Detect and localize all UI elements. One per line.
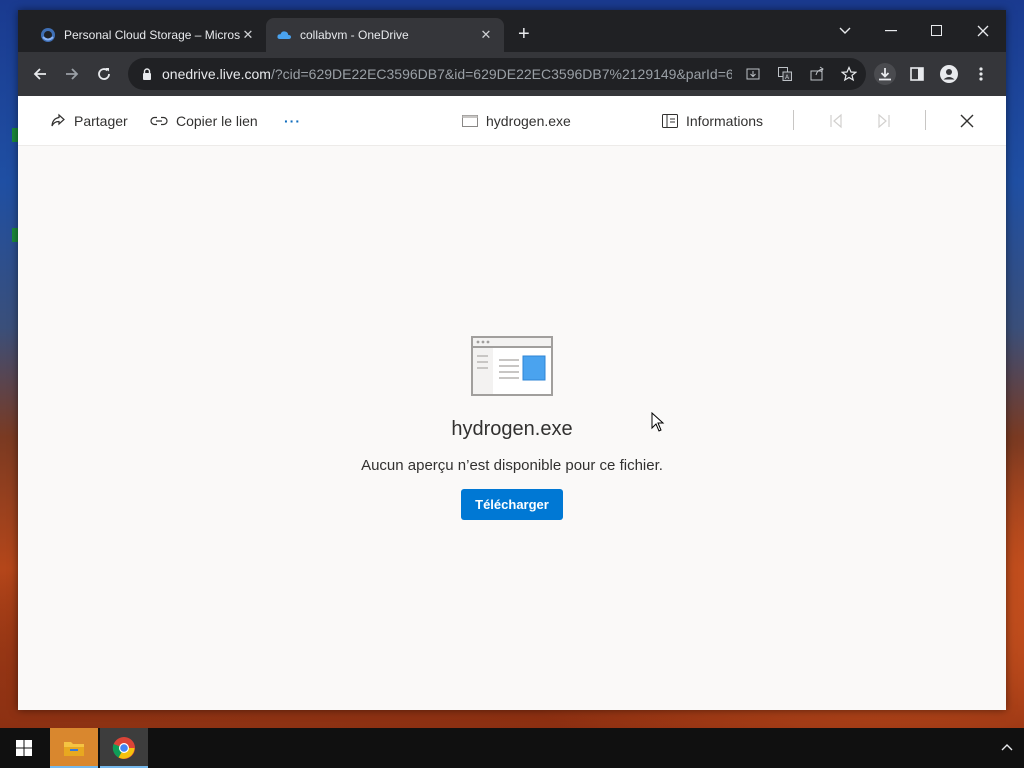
tab-title: Personal Cloud Storage – Microsoft xyxy=(64,28,240,42)
previous-icon xyxy=(830,113,842,129)
profile-avatar-icon[interactable] xyxy=(938,63,960,85)
no-preview-message: Aucun aperçu n’est disponible pour ce fi… xyxy=(361,457,663,474)
arrow-right-icon xyxy=(66,68,79,80)
lock-icon xyxy=(143,68,151,80)
share-icon xyxy=(51,113,65,127)
close-tab-icon[interactable]: ✕ xyxy=(240,27,256,43)
reload-icon xyxy=(98,68,110,80)
download-button[interactable]: Télécharger xyxy=(461,489,563,520)
next-icon xyxy=(878,113,890,129)
onedrive-file-viewer: Partager Copier le lien ··· hydrogen.exe… xyxy=(18,96,1006,710)
url-path: /?cid=629DE22EC3596DB7&id=629DE22EC3596D… xyxy=(270,66,732,82)
url-text: onedrive.live.com/?cid=629DE22EC3596DB7&… xyxy=(162,66,732,82)
information-button[interactable]: Informations xyxy=(662,110,763,132)
tab-strip: Personal Cloud Storage – Microsoft ✕ col… xyxy=(18,10,1006,52)
install-app-icon[interactable] xyxy=(742,63,764,85)
divider xyxy=(793,110,794,130)
taskbar-file-explorer[interactable] xyxy=(50,728,98,768)
file-title: hydrogen.exe xyxy=(462,110,571,132)
tab-personal-cloud-storage[interactable]: Personal Cloud Storage – Microsoft ✕ xyxy=(30,18,266,52)
back-button[interactable] xyxy=(28,62,52,86)
close-window-button[interactable] xyxy=(960,16,1006,46)
no-preview-panel: hydrogen.exe Aucun aperçu n’est disponib… xyxy=(18,336,1006,520)
tab-search-icon[interactable] xyxy=(822,16,868,46)
windows-logo-icon xyxy=(16,740,32,756)
translate-icon[interactable]: A xyxy=(774,63,796,85)
close-tab-icon[interactable]: ✕ xyxy=(478,27,494,43)
divider xyxy=(925,110,926,130)
forward-button[interactable] xyxy=(60,62,84,86)
close-icon xyxy=(960,114,974,128)
browser-toolbar: onedrive.live.com/?cid=629DE22EC3596DB7&… xyxy=(18,52,1006,96)
file-title-text: hydrogen.exe xyxy=(486,113,571,129)
share-label: Partager xyxy=(74,113,128,129)
tray-chevron-up-icon[interactable] xyxy=(1000,740,1014,754)
taskbar-chrome[interactable] xyxy=(100,728,148,768)
previous-file-button[interactable] xyxy=(828,110,852,132)
side-panel-icon[interactable] xyxy=(906,63,928,85)
start-button[interactable] xyxy=(0,728,48,768)
browser-window: Personal Cloud Storage – Microsoft ✕ col… xyxy=(18,10,1006,710)
copy-link-label: Copier le lien xyxy=(176,113,258,129)
link-icon xyxy=(150,116,168,126)
info-pane-icon xyxy=(662,114,678,128)
downloads-icon[interactable] xyxy=(874,63,896,85)
command-bar: Partager Copier le lien ··· hydrogen.exe… xyxy=(18,96,1006,146)
new-tab-button[interactable]: + xyxy=(518,24,530,44)
maximize-button[interactable] xyxy=(914,16,960,46)
kebab-menu-icon[interactable] xyxy=(970,63,992,85)
exe-file-icon xyxy=(462,115,478,127)
share-button[interactable]: Partager xyxy=(50,110,128,132)
bookmark-star-icon[interactable] xyxy=(838,63,860,85)
reload-button[interactable] xyxy=(92,62,116,86)
close-viewer-button[interactable] xyxy=(960,110,982,132)
next-file-button[interactable] xyxy=(876,110,900,132)
url-host: onedrive.live.com xyxy=(162,66,271,82)
taskbar xyxy=(0,728,1024,768)
mouse-cursor-icon xyxy=(651,412,665,432)
application-file-illustration-icon xyxy=(471,336,553,396)
folder-icon xyxy=(64,742,84,756)
address-bar[interactable]: onedrive.live.com/?cid=629DE22EC3596DB7&… xyxy=(128,58,866,90)
copy-link-button[interactable]: Copier le lien xyxy=(150,110,258,132)
onedrive-cloud-icon xyxy=(277,31,291,39)
minimize-button[interactable] xyxy=(868,16,914,46)
chrome-icon xyxy=(112,737,135,759)
tab-title: collabvm - OneDrive xyxy=(300,28,409,42)
share-page-icon[interactable] xyxy=(806,63,828,85)
preview-file-name: hydrogen.exe xyxy=(451,418,573,440)
edge-onedrive-icon xyxy=(41,28,55,42)
information-label: Informations xyxy=(686,113,764,129)
more-actions-button[interactable]: ··· xyxy=(284,110,301,132)
arrow-left-icon xyxy=(33,68,46,80)
tab-collabvm-onedrive[interactable]: collabvm - OneDrive ✕ xyxy=(266,18,504,52)
more-icon: ··· xyxy=(284,113,301,129)
